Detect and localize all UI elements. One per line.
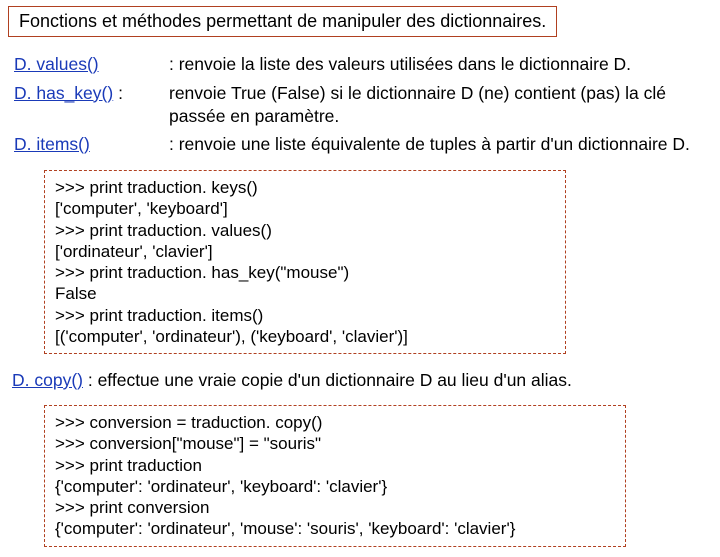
code2-l3: >>> print traduction: [55, 455, 615, 476]
method-values-name: D. values(): [14, 53, 169, 76]
method-haskey-name: D. has_key() :: [14, 82, 169, 128]
link-values[interactable]: D. values(): [14, 54, 99, 74]
code1-l7: >>> print traduction. items(): [55, 305, 555, 326]
code2-l1: >>> conversion = traduction. copy(): [55, 412, 615, 433]
code-block-2: >>> conversion = traduction. copy() >>> …: [44, 405, 626, 547]
code1-l8: [('computer', 'ordinateur'), ('keyboard'…: [55, 326, 555, 347]
method-copy-row: D. copy() : effectue une vraie copie d'u…: [12, 370, 712, 391]
code2-l6: {'computer': 'ordinateur', 'mouse': 'sou…: [55, 518, 615, 539]
method-items-row: D. items() : renvoie une liste équivalen…: [14, 133, 712, 156]
link-haskey[interactable]: D. has_key(): [14, 83, 113, 103]
method-haskey-row: D. has_key() : renvoie True (False) si l…: [14, 82, 712, 128]
code1-l4: ['ordinateur', 'clavier']: [55, 241, 555, 262]
code1-l6: False: [55, 283, 555, 304]
code2-l5: >>> print conversion: [55, 497, 615, 518]
code1-l2: ['computer', 'keyboard']: [55, 198, 555, 219]
code-block-1: >>> print traduction. keys() ['computer'…: [44, 170, 566, 354]
method-values-row: D. values() : renvoie la liste des valeu…: [14, 53, 712, 76]
link-items[interactable]: D. items(): [14, 134, 90, 154]
method-haskey-desc: renvoie True (False) si le dictionnaire …: [169, 82, 712, 128]
title-text: Fonctions et méthodes permettant de mani…: [19, 11, 546, 31]
method-items-name: D. items(): [14, 133, 169, 156]
method-items-desc: : renvoie une liste équivalente de tuple…: [169, 133, 712, 156]
method-copy-desc: : effectue une vraie copie d'un dictionn…: [83, 370, 572, 390]
link-copy[interactable]: D. copy(): [12, 370, 83, 390]
section-title: Fonctions et méthodes permettant de mani…: [8, 6, 557, 37]
code2-l4: {'computer': 'ordinateur', 'keyboard': '…: [55, 476, 615, 497]
code1-l5: >>> print traduction. has_key("mouse"): [55, 262, 555, 283]
code2-l2: >>> conversion["mouse"] = "souris": [55, 433, 615, 454]
haskey-sep: :: [113, 83, 123, 103]
code1-l1: >>> print traduction. keys(): [55, 177, 555, 198]
code1-l3: >>> print traduction. values(): [55, 220, 555, 241]
method-values-desc: : renvoie la liste des valeurs utilisées…: [169, 53, 712, 76]
